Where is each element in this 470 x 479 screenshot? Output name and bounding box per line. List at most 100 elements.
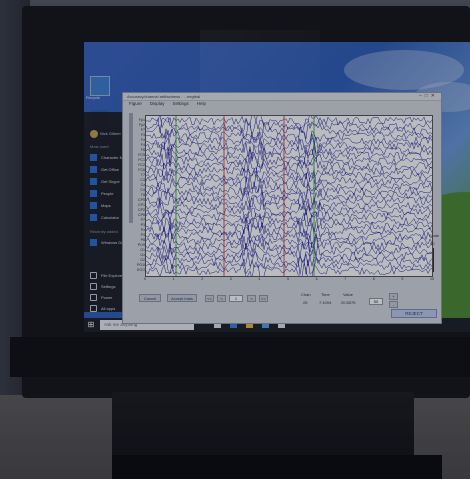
eeg-trace: [145, 241, 433, 260]
channel-label: Cz: [140, 183, 145, 187]
app-icon: [90, 189, 97, 197]
vertical-scrollbar[interactable]: [129, 113, 133, 223]
channel-label: PO9: [137, 243, 145, 247]
app-icon: [90, 165, 97, 173]
monitor-stand-base: [112, 455, 442, 479]
desktop-icon-label: Recycle: [86, 95, 101, 100]
channel-label: T7: [140, 173, 145, 177]
scale-down-button[interactable]: -: [389, 301, 398, 308]
channel-label: C4: [140, 188, 145, 192]
start-settings[interactable]: Settings: [90, 283, 115, 290]
monitor-chin: [10, 337, 470, 377]
start-item-people[interactable]: People: [90, 189, 113, 197]
time-tick-label: 5: [287, 277, 289, 281]
app-icon: [90, 201, 97, 209]
time-tick-label: 9: [401, 277, 404, 281]
app-icon: [90, 153, 97, 161]
menu-settings[interactable]: Settings: [173, 101, 189, 108]
channel-label: Fp1: [138, 118, 145, 122]
windows-start-icon[interactable]: ⊞: [86, 320, 96, 330]
chan-label: Chan: [301, 292, 311, 297]
time-tick-label: 6: [315, 277, 318, 281]
start-user-name[interactable]: Nick Gilbert: [100, 131, 121, 136]
channel-label: FC1: [138, 158, 145, 162]
time-tick-label: 0: [144, 277, 146, 281]
channel-label: Fp2: [138, 123, 145, 127]
app-icon: [90, 213, 97, 221]
window-title: Accuracy/channel artifactness - ...eegtr…: [127, 94, 201, 99]
channel-label: O1: [140, 248, 145, 252]
value-value: 20.8575: [341, 300, 356, 305]
start-item-maps[interactable]: Maps: [90, 201, 111, 209]
time-tick-label: 2: [201, 277, 204, 281]
channel-label: FC5: [138, 153, 145, 157]
cancel-button[interactable]: Cancel: [139, 294, 161, 302]
gear-icon: [90, 283, 97, 290]
folder-icon: [90, 272, 97, 279]
accept-trials-button[interactable]: Accept trials: [167, 294, 197, 302]
channel-label: F7: [140, 128, 145, 132]
time-tick-label: 3: [229, 277, 232, 281]
scale-label: Scale: [429, 233, 440, 238]
time-tick-label: 10: [430, 277, 434, 281]
value-label: Value: [343, 292, 353, 297]
channel-label: Oz: [140, 253, 145, 257]
app-icon: [90, 238, 97, 246]
most-used-heading: Most used: [90, 144, 109, 149]
channel-label: Pz: [140, 228, 145, 232]
start-item-get-skype[interactable]: Get Skype: [90, 177, 120, 185]
scale-bar: [433, 248, 434, 272]
channel-label: CP2: [138, 208, 145, 212]
last-page-button[interactable]: >>: [259, 295, 268, 302]
channel-label: O2: [140, 258, 145, 262]
time-tick-label: 1: [172, 277, 175, 281]
channel-label: CP6: [138, 213, 145, 217]
recently-added-heading: Recently added: [90, 229, 118, 234]
channel-label: F3: [140, 133, 145, 137]
recycle-bin-icon[interactable]: [90, 76, 110, 96]
time-value: 7.1094: [319, 300, 332, 305]
eeg-trace: [145, 233, 433, 250]
channel-label: C3: [140, 178, 145, 182]
scale-up-button[interactable]: +: [389, 293, 398, 300]
start-item-calculator[interactable]: Calculator: [90, 213, 119, 221]
channel-label: F4: [140, 143, 145, 147]
first-page-button[interactable]: <<: [205, 295, 214, 302]
scale-field[interactable]: 50: [369, 298, 383, 305]
channel-label: CP5: [138, 198, 145, 202]
reject-button[interactable]: REJECT: [391, 309, 437, 318]
power-icon: [90, 294, 97, 301]
time-label: Time: [321, 292, 330, 297]
menu-display[interactable]: Display: [150, 101, 165, 108]
time-tick-label: 7: [344, 277, 347, 281]
start-power[interactable]: Power: [90, 294, 112, 301]
start-all-apps[interactable]: All apps: [90, 305, 115, 312]
channel-label: PO10: [137, 263, 147, 267]
avatar[interactable]: [90, 130, 98, 138]
time-tick-label: 8: [372, 277, 375, 281]
start-item-get-office[interactable]: Get Office: [90, 165, 119, 173]
channel-label: F8: [140, 148, 145, 152]
scale-value: 50: [430, 241, 435, 246]
channel-label: CP1: [138, 203, 145, 207]
page-field[interactable]: 1: [229, 295, 243, 302]
channel-label: FC6: [138, 168, 145, 172]
menu-figure[interactable]: Figure: [129, 101, 142, 108]
channel-label: T8: [140, 193, 145, 197]
window-controls[interactable]: –□✕: [419, 93, 438, 99]
channel-label: P3: [140, 223, 145, 227]
prev-page-button[interactable]: <: [217, 295, 226, 302]
eeg-trace: [145, 262, 433, 281]
chan-value: 25: [303, 300, 308, 305]
channel-label: P4: [140, 233, 145, 237]
channel-label: FC2: [138, 163, 145, 167]
channel-label: Fz: [141, 138, 145, 142]
start-file-explorer[interactable]: File Explorer: [90, 272, 123, 279]
screen-glare: [200, 30, 320, 230]
app-icon: [90, 177, 97, 185]
list-icon: [90, 305, 97, 312]
channel-label: P7: [140, 218, 145, 222]
channel-label: EOG: [137, 268, 145, 272]
next-page-button[interactable]: >: [247, 295, 256, 302]
channel-label: P8: [140, 238, 145, 242]
